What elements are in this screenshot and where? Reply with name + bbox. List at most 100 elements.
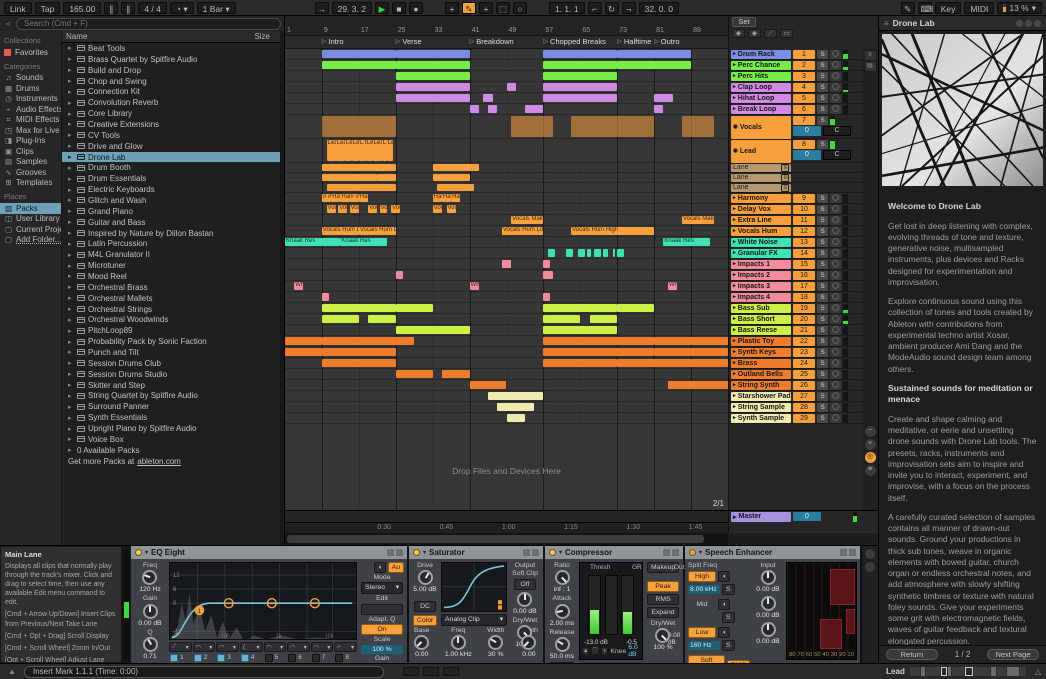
track-lane-extra-line[interactable]: Vocals MakeVocals Make	[285, 215, 728, 226]
headphone-icon[interactable]: ◖	[718, 627, 730, 638]
track-name[interactable]: ▸Bass Sub	[731, 304, 791, 313]
solo-button[interactable]: S	[817, 326, 828, 335]
input-knob-3[interactable]	[761, 622, 776, 637]
track-number[interactable]: 12	[793, 227, 815, 236]
track-header-outland-bells[interactable]: ▸Outland Bells25S◯	[729, 369, 862, 380]
available-packs-row[interactable]: ▸0 Available Packs	[62, 445, 280, 456]
track-header-synth-sample[interactable]: ▸Synth Sample29S◯	[729, 413, 862, 424]
clip[interactable]: Whoa	[470, 282, 479, 290]
solo-button[interactable]: S	[817, 205, 828, 214]
track-number[interactable]: 14	[793, 249, 815, 258]
track-lane-lane[interactable]	[285, 183, 728, 193]
clip[interactable]	[543, 260, 550, 268]
track-header-granular-fx[interactable]: ▸Granular FX14S◯	[729, 248, 862, 259]
hot-swap-icon[interactable]	[840, 549, 847, 556]
clip[interactable]	[507, 83, 516, 91]
clip[interactable]	[617, 61, 691, 69]
clip[interactable]	[566, 249, 573, 257]
clip[interactable]	[396, 370, 433, 378]
clip[interactable]	[543, 348, 654, 356]
band-low-button[interactable]: Low	[688, 627, 716, 638]
track-lane-lane[interactable]	[285, 173, 728, 183]
metronome-toggle[interactable]: ◔ ▾	[170, 2, 194, 14]
track-header-white-noise[interactable]: ▸White Noise13S◯	[729, 237, 862, 248]
arm-button[interactable]: ◯	[830, 348, 841, 357]
pack-item-voice-box[interactable]: ▸Voice Box	[62, 434, 280, 445]
input-knob-1[interactable]	[761, 570, 776, 585]
pack-item-orchestral-strings[interactable]: ▸Orchestral Strings	[62, 304, 280, 315]
track-header-starshower-pad[interactable]: ▸Starshower Pad27S◯	[729, 391, 862, 402]
solo-button[interactable]: S	[817, 337, 828, 346]
track-header-string-sample[interactable]: ▸String Sample28S◯	[729, 402, 862, 413]
track-name[interactable]: ▸Bass Short	[731, 315, 791, 324]
track-number[interactable]: 10	[793, 205, 815, 214]
arm-button[interactable]: ◯	[830, 194, 841, 203]
sidebar-item-grooves[interactable]: ∿Grooves	[0, 167, 61, 178]
clip[interactable]	[543, 359, 617, 367]
track-header-synth-keys[interactable]: ▸Synth Keys23S◯	[729, 347, 862, 358]
io-toggle-icon[interactable]: ▭	[780, 29, 793, 38]
clip[interactable]	[543, 94, 617, 102]
filter-shape-selector[interactable]: ◠▾	[311, 642, 334, 652]
clip[interactable]	[285, 348, 322, 356]
group-volume-slider[interactable]: 0	[793, 150, 821, 160]
track-lane-vocals-hum[interactable]: Vocals Hum LVocals Hum LVocals Hum LowVo…	[285, 226, 728, 237]
track-number[interactable]: 9	[793, 194, 815, 203]
clip[interactable]	[396, 61, 470, 69]
pack-item-surround-panner[interactable]: ▸Surround Panner	[62, 401, 280, 412]
clip[interactable]: Lead	[373, 140, 382, 161]
solo-button[interactable]: S	[817, 370, 828, 379]
track-lane-clap-loop[interactable]	[285, 82, 728, 93]
clip[interactable]	[488, 392, 543, 400]
marker-prev-icon[interactable]: ◆	[732, 29, 745, 38]
arm-button[interactable]: ◯	[830, 260, 841, 269]
track-name[interactable]: ▸Granular FX	[731, 249, 791, 258]
clip[interactable]	[502, 260, 511, 268]
solo-button[interactable]: S	[817, 414, 828, 423]
track-number[interactable]: 24	[793, 359, 815, 368]
track-header-delay-vox[interactable]: ▸Delay Vox10S◯	[729, 204, 862, 215]
clip-area[interactable]: Lead TLead TLe LeLea LL LeaLe 1 LLeadLLe…	[285, 49, 728, 510]
solo-button[interactable]: S	[817, 348, 828, 357]
track-header-hihat-loop[interactable]: ▸Hihat Loop5S◯	[729, 93, 862, 104]
track-lane-break-loop[interactable]	[285, 104, 728, 115]
track-number[interactable]: 26	[793, 381, 815, 390]
nudge-up-icon[interactable]: ∥	[121, 2, 135, 14]
pack-item-chop-and-swing[interactable]: ▸Chop and Swing	[62, 76, 280, 87]
solo-button[interactable]: S	[817, 293, 828, 302]
clip[interactable]	[682, 116, 714, 137]
clip[interactable]	[525, 105, 543, 113]
band-enable-checkbox[interactable]	[241, 654, 249, 662]
transfer-curve-icon[interactable]: ⌒	[591, 647, 599, 655]
filter-shape-selector[interactable]: ◠▾	[193, 642, 216, 652]
track-lane-impacts-1[interactable]	[285, 259, 728, 270]
clip[interactable]: # # Ha	[322, 194, 331, 202]
track-lane-granular-fx[interactable]	[285, 248, 728, 259]
clip[interactable]	[543, 326, 617, 334]
solo-button[interactable]: S	[817, 50, 828, 59]
dc-toggle[interactable]: DC	[414, 601, 436, 612]
band-freq-value[interactable]: 160 Hz	[688, 641, 720, 650]
band-enable-checkbox[interactable]	[194, 654, 202, 662]
arm-button[interactable]: ◯	[830, 326, 841, 335]
track-number[interactable]: 21	[793, 326, 815, 335]
pack-item-drum-essentials[interactable]: ▸Drum Essentials	[62, 173, 280, 184]
clip[interactable]: Harm	[359, 194, 368, 202]
sidebar-item-plug-ins[interactable]: ◨Plug-Ins	[0, 136, 61, 147]
soft-clip-toggle[interactable]: Off	[514, 579, 536, 590]
arm-button[interactable]: ◯	[830, 105, 841, 114]
fold-icon[interactable]: ▾	[423, 549, 426, 556]
arm-button[interactable]: ◯	[830, 238, 841, 247]
track-name[interactable]: ▸Extra Line	[731, 216, 791, 225]
clip[interactable]: Lead T	[327, 140, 336, 161]
track-name[interactable]: ◉Vocals	[731, 116, 791, 139]
clip[interactable]	[511, 116, 553, 137]
clip[interactable]	[483, 94, 492, 102]
browser-collapse-icon[interactable]: ◃	[3, 19, 13, 28]
browser-scrollbar[interactable]	[280, 31, 284, 545]
overdub-icon[interactable]: ○	[513, 2, 527, 14]
headphone-icon[interactable]: ◖	[718, 571, 730, 582]
track-number[interactable]: 6	[793, 105, 815, 114]
track-lane-starshower-pad[interactable]	[285, 391, 728, 402]
clip[interactable]: Vocals Hum L	[322, 227, 359, 235]
